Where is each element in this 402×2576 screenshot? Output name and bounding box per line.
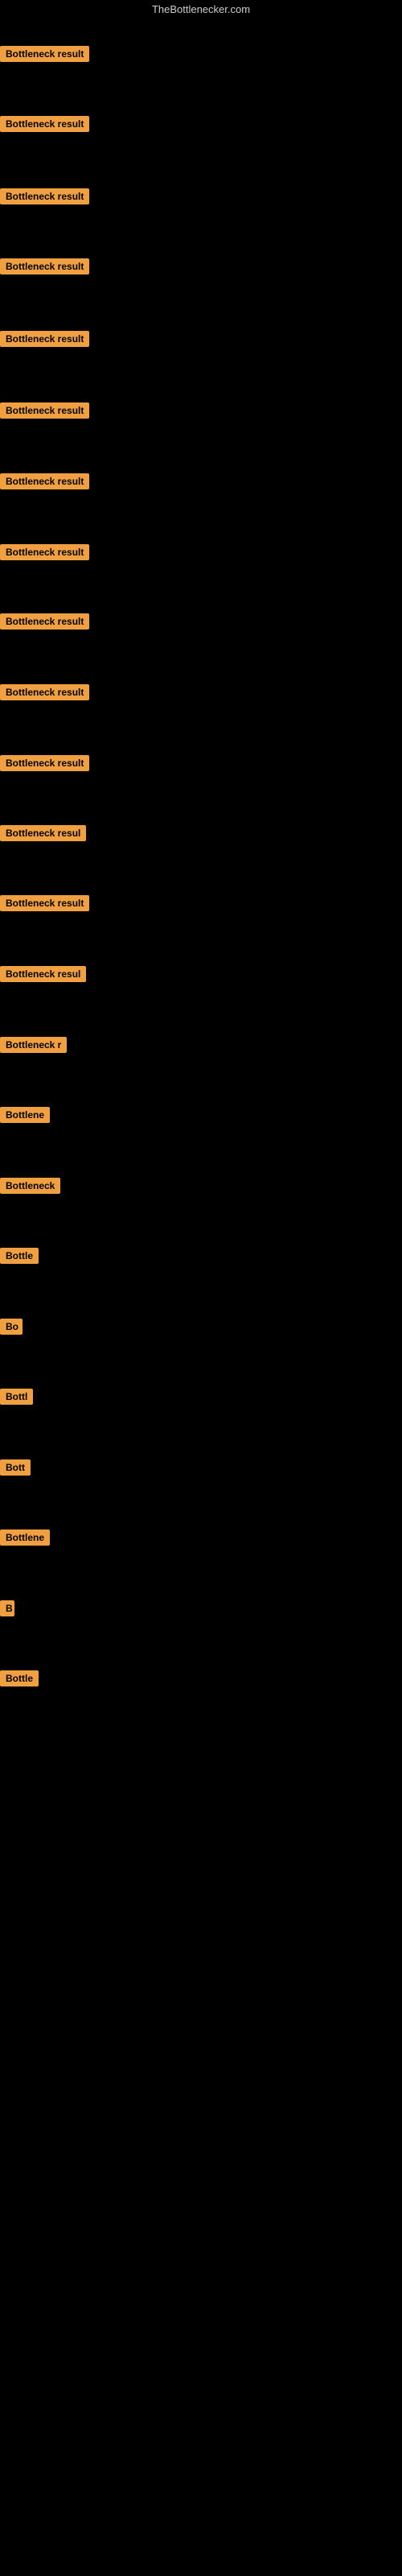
bottleneck-row-7: Bottleneck result xyxy=(0,473,89,493)
bottleneck-badge-15[interactable]: Bottleneck r xyxy=(0,1037,67,1053)
bottleneck-badge-4[interactable]: Bottleneck result xyxy=(0,258,89,275)
bottleneck-row-19: Bo xyxy=(0,1319,23,1339)
bottleneck-row-5: Bottleneck result xyxy=(0,331,89,351)
bottleneck-badge-8[interactable]: Bottleneck result xyxy=(0,544,89,560)
bottleneck-badge-5[interactable]: Bottleneck result xyxy=(0,331,89,347)
bottleneck-row-3: Bottleneck result xyxy=(0,188,89,208)
bottleneck-badge-2[interactable]: Bottleneck result xyxy=(0,116,89,132)
bottleneck-badge-9[interactable]: Bottleneck result xyxy=(0,613,89,630)
bottleneck-row-18: Bottle xyxy=(0,1248,39,1268)
bottleneck-badge-23[interactable]: B xyxy=(0,1600,14,1616)
bottleneck-badge-3[interactable]: Bottleneck result xyxy=(0,188,89,204)
bottleneck-row-24: Bottle xyxy=(0,1670,39,1690)
bottleneck-badge-12[interactable]: Bottleneck resul xyxy=(0,825,86,841)
bottleneck-badge-1[interactable]: Bottleneck result xyxy=(0,46,89,62)
bottleneck-badge-6[interactable]: Bottleneck result xyxy=(0,402,89,419)
bottleneck-row-11: Bottleneck result xyxy=(0,755,89,775)
bottleneck-row-21: Bott xyxy=(0,1459,31,1480)
bottleneck-badge-11[interactable]: Bottleneck result xyxy=(0,755,89,771)
bottleneck-row-2: Bottleneck result xyxy=(0,116,89,136)
bottleneck-badge-22[interactable]: Bottlene xyxy=(0,1530,50,1546)
bottleneck-row-23: B xyxy=(0,1600,14,1620)
bottleneck-badge-24[interactable]: Bottle xyxy=(0,1670,39,1686)
bottleneck-badge-19[interactable]: Bo xyxy=(0,1319,23,1335)
bottleneck-row-1: Bottleneck result xyxy=(0,46,89,66)
bottleneck-badge-14[interactable]: Bottleneck resul xyxy=(0,966,86,982)
bottleneck-badge-20[interactable]: Bottl xyxy=(0,1389,33,1405)
bottleneck-row-22: Bottlene xyxy=(0,1530,50,1550)
site-title: TheBottlenecker.com xyxy=(0,0,402,20)
bottleneck-row-17: Bottleneck xyxy=(0,1178,60,1198)
bottleneck-badge-7[interactable]: Bottleneck result xyxy=(0,473,89,489)
bottleneck-row-6: Bottleneck result xyxy=(0,402,89,423)
bottleneck-row-12: Bottleneck resul xyxy=(0,825,86,845)
bottleneck-row-13: Bottleneck result xyxy=(0,895,89,915)
bottleneck-badge-10[interactable]: Bottleneck result xyxy=(0,684,89,700)
bottleneck-badge-16[interactable]: Bottlene xyxy=(0,1107,50,1123)
bottleneck-badge-21[interactable]: Bott xyxy=(0,1459,31,1476)
bottleneck-row-20: Bottl xyxy=(0,1389,33,1409)
bottleneck-row-16: Bottlene xyxy=(0,1107,50,1127)
bottleneck-row-4: Bottleneck result xyxy=(0,258,89,279)
bottleneck-row-9: Bottleneck result xyxy=(0,613,89,634)
bottleneck-row-8: Bottleneck result xyxy=(0,544,89,564)
bottleneck-row-15: Bottleneck r xyxy=(0,1037,67,1057)
bottleneck-badge-18[interactable]: Bottle xyxy=(0,1248,39,1264)
bottleneck-badge-17[interactable]: Bottleneck xyxy=(0,1178,60,1194)
bottleneck-row-10: Bottleneck result xyxy=(0,684,89,704)
bottleneck-badge-13[interactable]: Bottleneck result xyxy=(0,895,89,911)
bottleneck-row-14: Bottleneck resul xyxy=(0,966,86,986)
